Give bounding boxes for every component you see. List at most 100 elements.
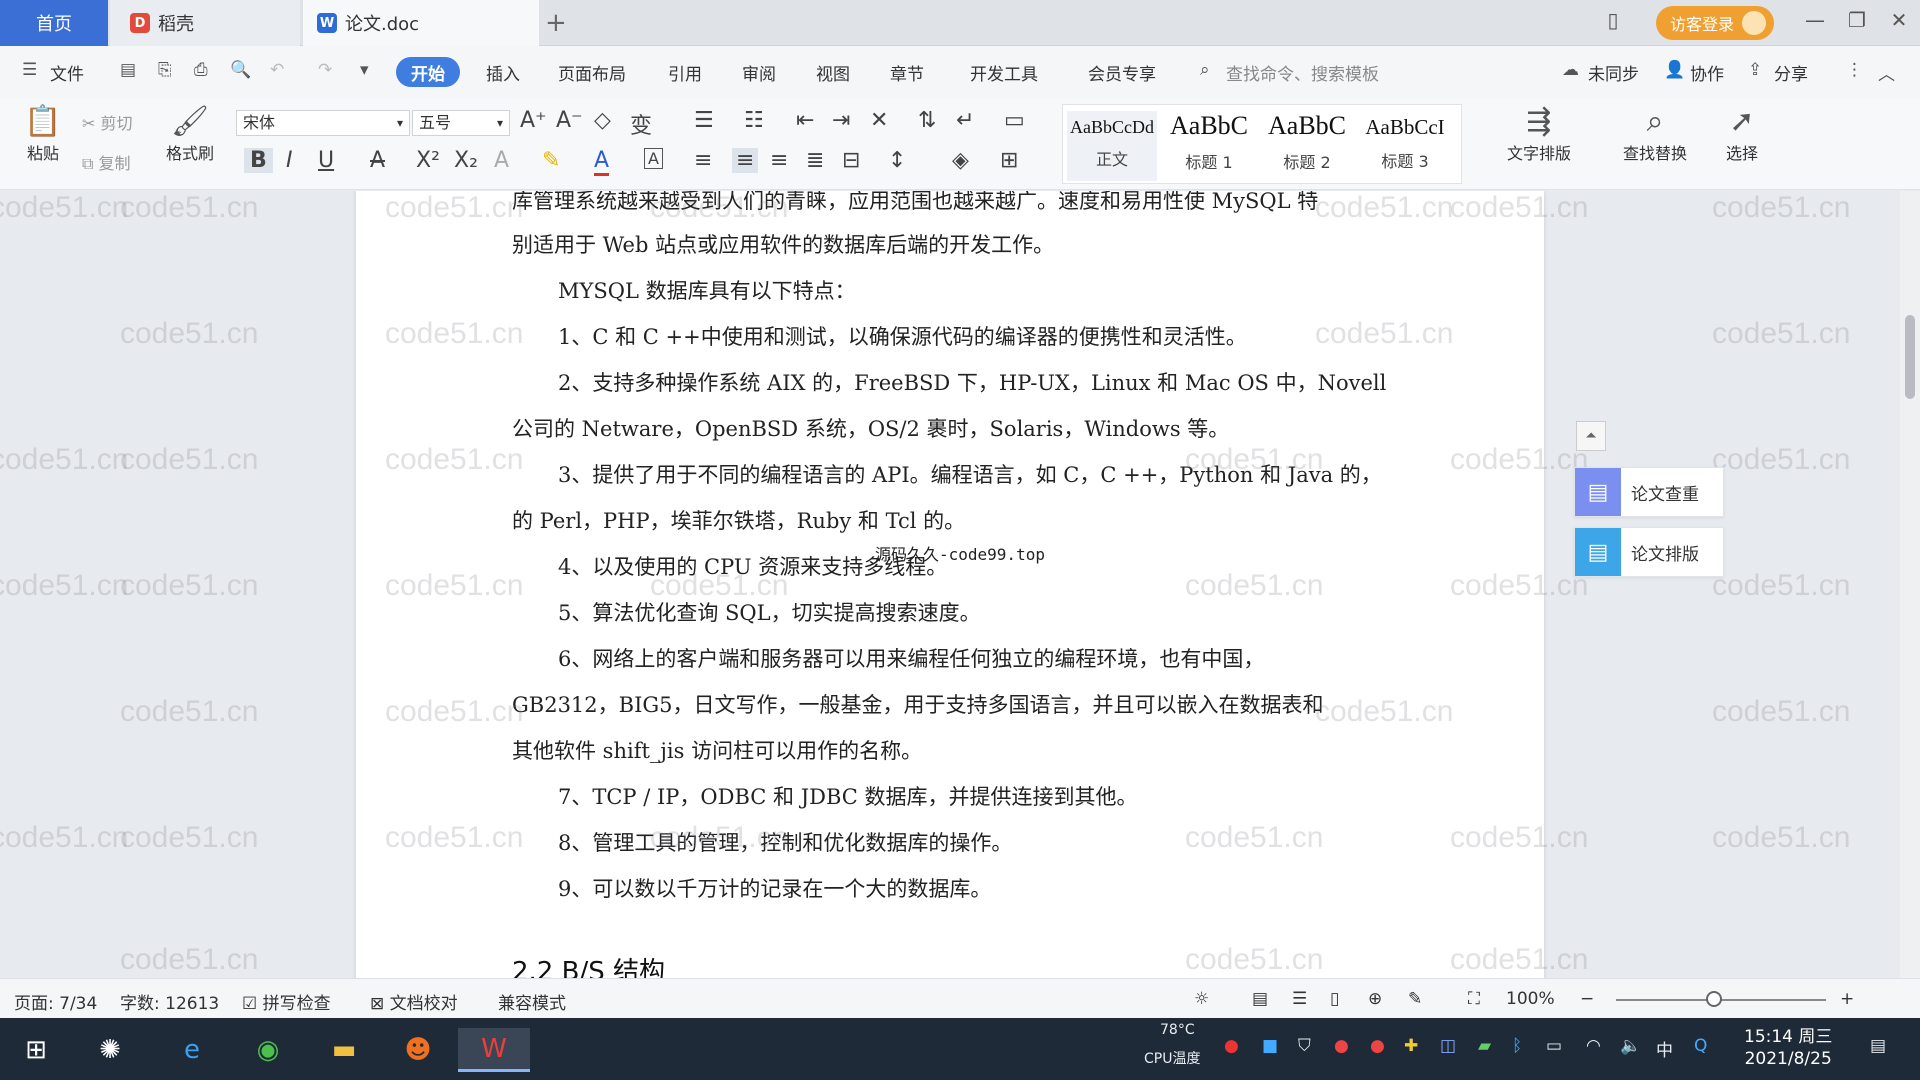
ruler-icon[interactable]: ▭: [1004, 108, 1025, 133]
style-heading-1[interactable]: AaBbC 标题 1: [1161, 111, 1257, 173]
find-replace-button[interactable]: ⌕ 查找替换: [1610, 104, 1700, 164]
shrink-font-icon[interactable]: A⁻: [556, 108, 583, 133]
tray-app-icon[interactable]: ●: [1334, 1036, 1349, 1056]
paste-button[interactable]: 📋 粘贴: [16, 104, 70, 164]
clock[interactable]: 15:14 周三 2021/8/25: [1744, 1026, 1832, 1070]
document-page[interactable]: 库管理系统越来越受到人们的青睐，应用范围也越来越广。速度和易用性使 MySQL …: [356, 191, 1544, 978]
write-view-icon[interactable]: ✎: [1408, 989, 1422, 1009]
decrease-indent-icon[interactable]: ⇤: [796, 108, 814, 133]
strikethrough-icon[interactable]: A: [370, 148, 385, 173]
sort-icon[interactable]: ⇅: [918, 108, 936, 133]
close-icon[interactable]: ✕: [1884, 8, 1914, 32]
menu-review[interactable]: 审阅: [742, 60, 776, 85]
shading-icon[interactable]: ◈: [952, 148, 969, 173]
input-app-icon[interactable]: Q: [1694, 1036, 1707, 1056]
layout-toggle-icon[interactable]: ▯: [1598, 8, 1628, 32]
volume-icon[interactable]: 🔈: [1620, 1036, 1641, 1056]
font-color-icon[interactable]: A: [594, 148, 610, 176]
windows-start-icon[interactable]: ⊞: [14, 1028, 58, 1072]
paper-check-button[interactable]: ▤ 论文查重: [1574, 467, 1724, 517]
collaborate-button[interactable]: 协作: [1690, 60, 1724, 85]
page-view-icon[interactable]: ▤: [1252, 989, 1268, 1009]
borders-icon[interactable]: ⊞: [1000, 148, 1018, 173]
phonetic-icon[interactable]: 变: [630, 108, 652, 140]
share-button[interactable]: 分享: [1774, 60, 1808, 85]
select-button[interactable]: ➚ 选择: [1712, 104, 1772, 164]
line-spacing-icon[interactable]: ↕: [888, 148, 906, 173]
menu-developer[interactable]: 开发工具: [970, 60, 1038, 85]
text-layout-button[interactable]: ⇶ 文字排版: [1494, 104, 1584, 164]
sync-status-button[interactable]: 未同步: [1588, 60, 1639, 85]
menu-view[interactable]: 视图: [816, 60, 850, 85]
security-shield-icon[interactable]: ⛉: [1298, 1036, 1311, 1056]
subscript-icon[interactable]: X₂: [454, 148, 478, 173]
bullet-list-icon[interactable]: ☰: [694, 108, 714, 133]
bold-icon[interactable]: B: [244, 148, 273, 173]
new-tab-button[interactable]: +: [545, 8, 567, 38]
hamburger-icon[interactable]: ☰: [22, 60, 37, 80]
tab-document[interactable]: W 论文.doc: [303, 0, 539, 46]
export-icon[interactable]: ⎘: [158, 60, 172, 80]
show-marks-icon[interactable]: ↵: [956, 108, 974, 133]
word-count[interactable]: 字数: 12613: [120, 989, 219, 1014]
menu-chapter[interactable]: 章节: [890, 60, 924, 85]
battery-icon[interactable]: ▭: [1546, 1036, 1562, 1056]
ie-browser-icon[interactable]: e: [170, 1028, 214, 1072]
fit-page-icon[interactable]: ⛶: [1468, 989, 1480, 1009]
media-app-icon[interactable]: ☻: [396, 1028, 440, 1072]
menu-page-layout[interactable]: 页面布局: [558, 60, 626, 85]
style-normal[interactable]: AaBbCcDd 正文: [1067, 111, 1157, 181]
style-heading-3[interactable]: AaBbCcI 标题 3: [1357, 111, 1453, 172]
superscript-icon[interactable]: X²: [416, 148, 440, 173]
menu-insert[interactable]: 插入: [486, 60, 520, 85]
file-explorer-icon[interactable]: ▬: [322, 1028, 366, 1072]
font-name-select[interactable]: 宋体 ▾: [236, 110, 410, 136]
distribute-icon[interactable]: ⊟: [842, 148, 860, 173]
italic-icon[interactable]: I: [286, 148, 293, 173]
side-panel-collapse-button[interactable]: ⏶: [1576, 421, 1606, 451]
paper-format-button[interactable]: ▤ 论文排版: [1574, 527, 1724, 577]
grow-font-icon[interactable]: A⁺: [520, 108, 547, 133]
align-right-icon[interactable]: ≡: [770, 148, 788, 173]
input-method[interactable]: 中: [1656, 1036, 1673, 1061]
browser-360-icon[interactable]: ◉: [246, 1028, 290, 1072]
web-view-icon[interactable]: ⊕: [1368, 989, 1382, 1009]
text-effect-icon[interactable]: A: [494, 148, 509, 173]
bluetooth-icon[interactable]: ᛒ: [1512, 1036, 1522, 1056]
minimize-icon[interactable]: —: [1800, 8, 1830, 32]
more-options-icon[interactable]: ⋮: [1846, 60, 1863, 80]
visitor-login-button[interactable]: 访客登录: [1656, 6, 1775, 40]
clear-format-icon[interactable]: ◇: [594, 108, 611, 133]
pinwheel-app-icon[interactable]: ✺: [88, 1028, 132, 1072]
tab-home[interactable]: 首页: [0, 0, 108, 46]
print-preview-icon[interactable]: 🔍: [230, 60, 251, 80]
tray-app-icon[interactable]: ✚: [1404, 1036, 1418, 1056]
menu-file[interactable]: 文件: [50, 60, 84, 85]
chinese-layout-icon[interactable]: ✕: [870, 108, 888, 133]
restore-icon[interactable]: ❐: [1842, 8, 1872, 32]
tab-daoke[interactable]: D 稻壳: [110, 0, 300, 46]
scrollbar-thumb[interactable]: [1905, 315, 1915, 399]
menu-start[interactable]: 开始: [396, 57, 460, 87]
zoom-slider-handle[interactable]: [1706, 991, 1722, 1007]
tray-app-icon[interactable]: ◫: [1440, 1036, 1456, 1056]
spell-check-button[interactable]: ☑ 拼写检查: [242, 989, 331, 1014]
zoom-in-icon[interactable]: +: [1840, 989, 1854, 1009]
justify-icon[interactable]: ≣: [806, 148, 824, 173]
collapse-ribbon-icon[interactable]: ︿: [1878, 60, 1895, 85]
cut-button[interactable]: ✂ 剪切: [82, 110, 133, 134]
customize-dropdown-icon[interactable]: ▾: [360, 60, 369, 80]
proofread-button[interactable]: ⊠ 文档校对: [370, 989, 458, 1014]
menu-member[interactable]: 会员专享: [1088, 60, 1156, 85]
tray-app-icon[interactable]: ●: [1224, 1036, 1239, 1056]
char-border-icon[interactable]: A: [644, 148, 663, 169]
undo-icon[interactable]: ↶: [270, 60, 284, 80]
numbered-list-icon[interactable]: ☷: [744, 108, 764, 133]
copy-button[interactable]: ⧉ 复制: [82, 150, 131, 174]
notification-center-icon[interactable]: ▤: [1870, 1036, 1886, 1056]
save-icon[interactable]: ▤: [120, 60, 136, 80]
redo-icon[interactable]: ↷: [318, 60, 332, 80]
tray-app-icon[interactable]: ■: [1262, 1036, 1278, 1056]
print-icon[interactable]: ⎙: [194, 60, 208, 80]
wps-taskbar-icon[interactable]: W: [458, 1028, 530, 1072]
